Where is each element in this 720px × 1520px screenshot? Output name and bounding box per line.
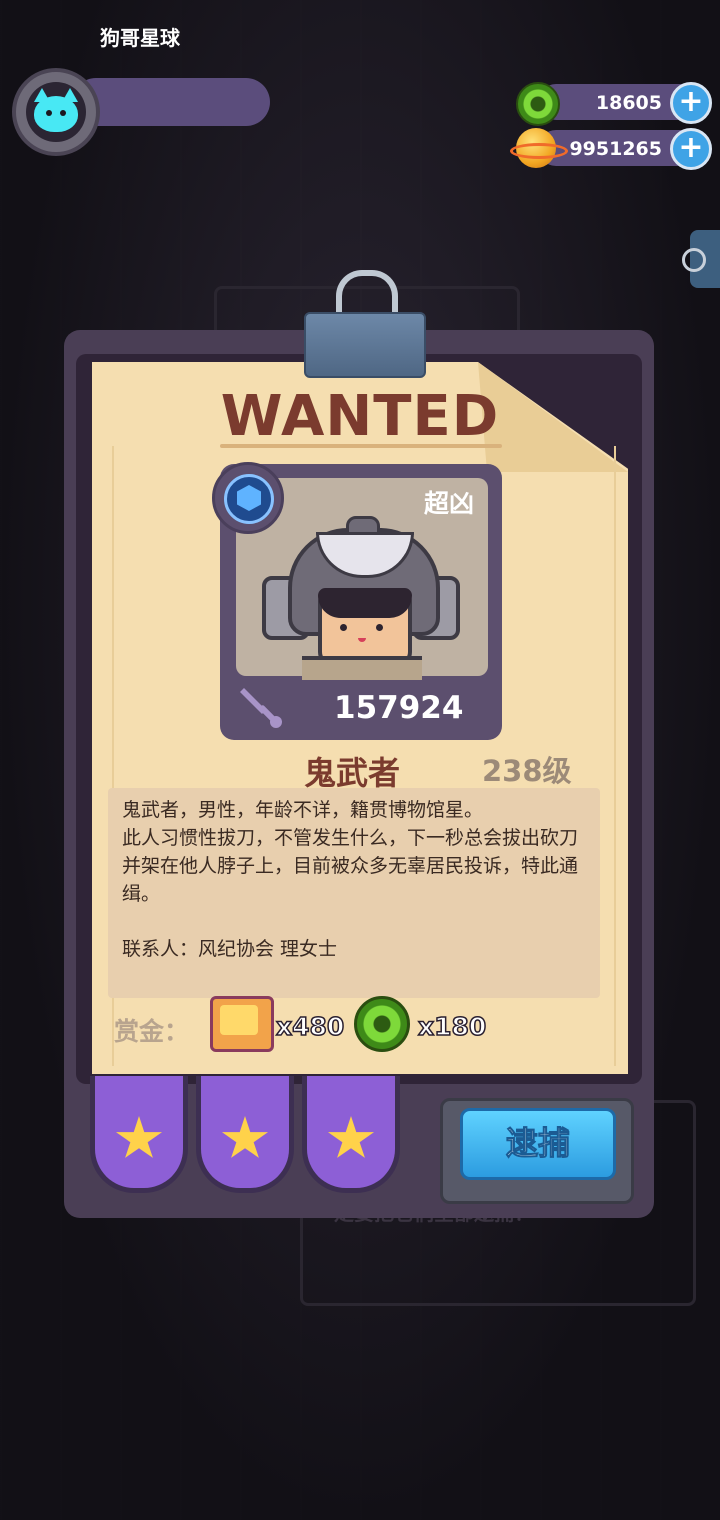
reward-gem-qty: x180	[417, 1011, 487, 1042]
arrest-button[interactable]: 逮捕	[460, 1108, 616, 1180]
coin-count: 9951265	[569, 138, 662, 160]
reward-card-qty: x480	[275, 1011, 345, 1042]
player-name: 狗哥星球	[100, 26, 180, 50]
avatar[interactable]	[12, 68, 100, 156]
currency-gems: 18605 +	[512, 80, 712, 126]
target-description: 鬼武者，男性，年龄不详，籍贯博物馆星。 此人习惯性拔刀，不管发生什么，下一秒总会…	[122, 799, 579, 905]
difficulty-star-2	[196, 1076, 294, 1193]
add-coins-button[interactable]: +	[670, 128, 712, 170]
star-icon	[115, 1116, 163, 1158]
difficulty-star-3	[302, 1076, 400, 1193]
currency-coins: 9951265 +	[510, 126, 712, 170]
sword-power-icon	[240, 688, 282, 728]
hexagon-gem-icon	[237, 485, 261, 511]
threat-level-label: 超凶	[424, 489, 475, 518]
difficulty-star-1	[90, 1076, 188, 1193]
wanted-title: WANTED	[220, 384, 500, 449]
star-icon	[327, 1116, 375, 1158]
card-ticket-icon	[210, 996, 274, 1052]
samurai-character-image	[262, 516, 460, 680]
combat-power-value: 157924	[334, 690, 464, 726]
green-gem-coin-icon	[516, 82, 560, 126]
cat-face-icon	[34, 88, 78, 132]
binder-clip-icon	[304, 312, 426, 378]
reward-label: 赏金：	[114, 1017, 190, 1046]
rank-badge	[212, 462, 284, 534]
gem-count: 18605	[595, 92, 662, 114]
contact-info: 联系人：风纪协会 理女士	[122, 938, 338, 960]
add-gems-button[interactable]: +	[670, 82, 712, 124]
star-icon	[221, 1116, 269, 1158]
target-level: 238级	[482, 754, 572, 788]
profile-pill	[72, 78, 270, 126]
side-clip-icon[interactable]	[682, 230, 720, 288]
planet-coin-icon	[510, 128, 568, 168]
green-gem-coin-icon	[354, 996, 410, 1052]
